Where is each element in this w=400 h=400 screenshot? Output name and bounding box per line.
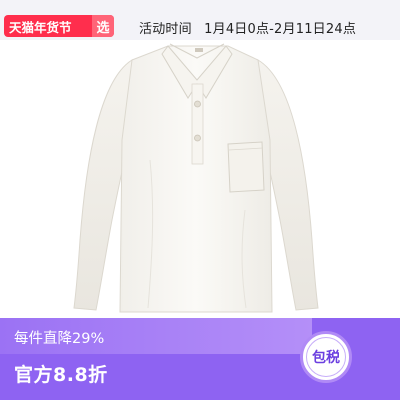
official-discount-price: 官方8.8折 bbox=[14, 364, 108, 386]
tmall-festival-badge[interactable]: 天猫年货节 选 bbox=[4, 15, 114, 37]
tax-badge-label: 包税 bbox=[312, 350, 340, 366]
event-time: 活动时间 1月4日0点-2月11日24点 bbox=[139, 18, 356, 37]
discount-strip: 每件直降29% bbox=[0, 318, 312, 354]
product-image[interactable] bbox=[0, 40, 400, 318]
badge-label: 天猫年货节 bbox=[9, 19, 72, 35]
event-time-period: 1月4日0点-2月11日24点 bbox=[204, 22, 357, 37]
promo-top-bar: 天猫年货节 选 活动时间 1月4日0点-2月11日24点 bbox=[0, 0, 400, 40]
promo-bottom-bar: 每件直降29% 官方8.8折 包税 bbox=[0, 318, 400, 400]
tax-included-seal[interactable]: 包税 bbox=[300, 331, 352, 383]
event-time-label: 活动时间 bbox=[139, 22, 192, 37]
badge-select: 选 bbox=[92, 15, 114, 37]
tax-seal-inner: 包税 bbox=[306, 337, 346, 377]
discount-text: 每件直降29% bbox=[14, 331, 105, 347]
white-polo-shirt-image bbox=[73, 43, 319, 313]
